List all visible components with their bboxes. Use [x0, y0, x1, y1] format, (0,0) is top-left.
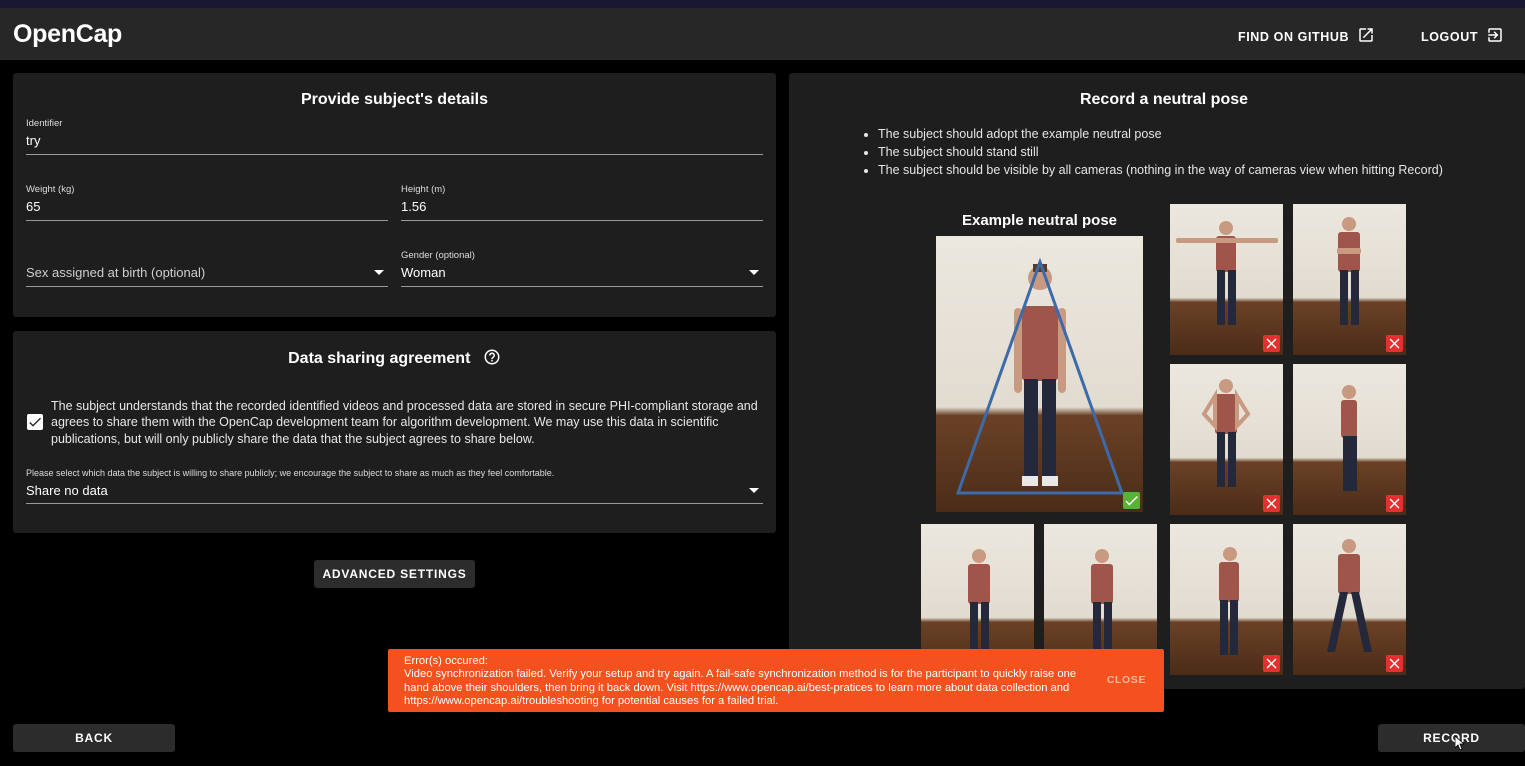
close-error-button[interactable]: CLOSE: [1107, 674, 1146, 686]
neutral-pose-instructions: The subject should adopt the example neu…: [862, 125, 1443, 179]
weight-label: Weight (kg): [26, 184, 75, 195]
share-data-label: Please select which data the subject is …: [26, 468, 555, 478]
check-icon: [1123, 492, 1140, 509]
neutral-pose-title: Record a neutral pose: [1079, 91, 1249, 108]
data-sharing-title: Data sharing agreement: [288, 350, 471, 367]
weight-field[interactable]: Weight (kg) 65: [26, 181, 388, 221]
gender-label: Gender (optional): [401, 250, 475, 261]
share-data-select[interactable]: Please select which data the subject is …: [26, 466, 763, 504]
example-pose-title: Example neutral pose: [961, 212, 1118, 229]
height-field[interactable]: Height (m) 1.56: [401, 181, 763, 221]
chevron-down-icon: [749, 488, 759, 493]
bad-pose-wide-stance-image: [1293, 524, 1406, 675]
identifier-label: Identifier: [26, 118, 63, 129]
example-pose-image: [936, 236, 1143, 512]
person-figure: [1201, 379, 1251, 487]
data-sharing-title-row: Data sharing agreement: [13, 348, 776, 371]
gender-value: Woman: [401, 265, 446, 280]
error-message: Video synchronization failed. Verify you…: [404, 668, 1077, 708]
chevron-down-icon: [749, 270, 759, 275]
agreement-text: The subject understands that the recorde…: [51, 399, 758, 446]
sex-select[interactable]: Sex assigned at birth (optional): [26, 247, 388, 287]
mouse-cursor-icon: [1454, 735, 1466, 751]
close-icon: [1263, 335, 1280, 352]
close-icon: [1263, 495, 1280, 512]
advanced-settings-button[interactable]: ADVANCED SETTINGS: [314, 560, 475, 588]
person-figure: [1176, 221, 1278, 325]
person-figure: [1219, 547, 1239, 655]
error-message-block: Error(s) occured: Video synchronization …: [404, 655, 1084, 709]
logout-button[interactable]: LOGOUT: [1421, 26, 1504, 47]
back-button[interactable]: BACK: [13, 724, 175, 752]
external-link-icon: [1357, 26, 1375, 47]
bad-pose-hands-on-hips-image: [1170, 364, 1283, 515]
weight-value: 65: [26, 199, 41, 214]
find-on-github-label: FIND ON GITHUB: [1238, 29, 1350, 44]
close-icon: [1263, 655, 1280, 672]
close-icon: [1386, 655, 1403, 672]
logout-label: LOGOUT: [1421, 29, 1479, 44]
bad-pose-arms-crossed-image: [1293, 204, 1406, 355]
identifier-value: try: [26, 133, 41, 148]
app-logo[interactable]: OpenCap: [13, 20, 122, 49]
find-on-github-button[interactable]: FIND ON GITHUB: [1238, 26, 1375, 47]
app-bar: OpenCap FIND ON GITHUB LOGOUT: [0, 8, 1525, 60]
data-sharing-panel: Data sharing agreement The subject under…: [13, 331, 776, 533]
bad-pose-arms-out-image: [1170, 204, 1283, 355]
sex-placeholder: Sex assigned at birth (optional): [26, 265, 206, 280]
chevron-down-icon: [374, 270, 384, 275]
height-label: Height (m): [401, 184, 446, 195]
logout-icon: [1486, 26, 1504, 47]
height-value: 1.56: [401, 199, 427, 214]
record-button[interactable]: RECORD: [1378, 724, 1525, 752]
identifier-field[interactable]: Identifier try: [26, 115, 763, 155]
person-figure: [1341, 385, 1357, 491]
error-heading: Error(s) occured:: [404, 655, 488, 667]
share-data-value: Share no data: [26, 483, 108, 498]
bad-pose-leaning-image: [1170, 524, 1283, 675]
gender-select[interactable]: Gender (optional) Woman: [401, 247, 763, 287]
instruction-item: The subject should stand still: [878, 143, 1443, 161]
instruction-item: The subject should be visible by all cam…: [878, 161, 1443, 179]
bad-pose-side-image: [1293, 364, 1406, 515]
close-icon: [1386, 495, 1403, 512]
instruction-item: The subject should adopt the example neu…: [878, 125, 1443, 143]
help-icon[interactable]: [483, 348, 501, 371]
window-top-strip: [0, 0, 1525, 8]
agreement-checkbox[interactable]: [27, 414, 43, 430]
subject-details-panel: Provide subject's details Identifier try…: [13, 73, 776, 317]
person-figure: [1337, 217, 1361, 325]
subject-details-title: Provide subject's details: [301, 91, 488, 108]
person-figure: [955, 257, 1125, 495]
error-snackbar: Error(s) occured: Video synchronization …: [388, 649, 1164, 712]
check-icon: [29, 417, 41, 427]
person-figure: [1327, 539, 1372, 652]
close-icon: [1386, 335, 1403, 352]
